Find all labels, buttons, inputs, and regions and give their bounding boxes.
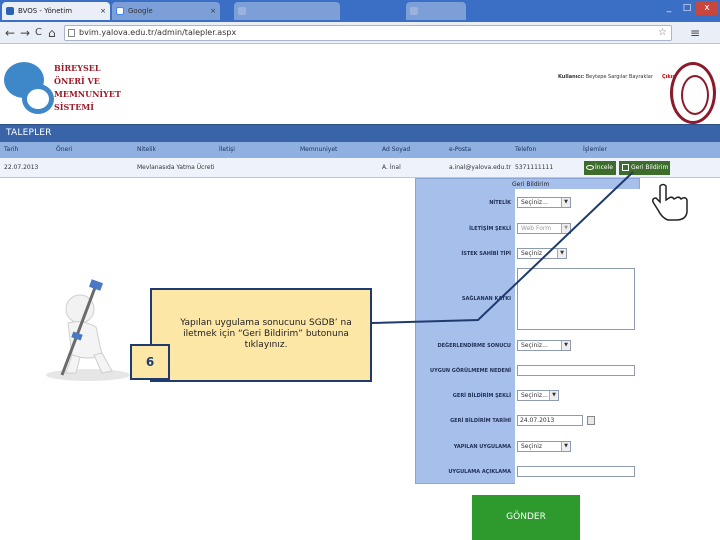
back-button[interactable]: ← <box>5 25 15 41</box>
incele-button[interactable]: İncele <box>584 161 616 175</box>
istek-select[interactable]: Seçiniz ▼ <box>517 248 567 259</box>
browser-tab-4[interactable] <box>406 2 466 20</box>
figure-illustration-icon <box>46 279 130 381</box>
cell-ad-soyad: A. İnal <box>382 164 401 171</box>
browser-tabbar: BVOS - Yönetim × Google × _ □ x <box>0 0 720 22</box>
label-saglanan: SAĞLANAN KATKI <box>461 296 511 302</box>
col-header-iletisim[interactable]: İletişi <box>219 142 235 158</box>
chevron-down-icon: ▼ <box>561 198 570 207</box>
tab-label: Google <box>128 7 153 15</box>
label-yapilan-uygulama: YAPILAN UYGULAMA <box>453 444 511 450</box>
instruction-callout: Yapılan uygulama sonucunu SGDB’ na iletm… <box>150 288 372 382</box>
calendar-icon[interactable] <box>587 416 595 425</box>
label-nitelik: NİTELİK <box>489 200 511 206</box>
cell-eposta: a.inal@yalova.edu.tr <box>449 164 512 171</box>
browser-toolbar: ← → C ⌂ bvim.yalova.edu.tr/admin/taleple… <box>0 22 720 44</box>
label-istek: İSTEK SAHİBİ TİPİ <box>461 251 511 257</box>
col-header-date[interactable]: Tarih <box>4 142 18 158</box>
eye-icon <box>586 165 594 170</box>
star-icon[interactable]: ☆ <box>658 26 667 40</box>
col-header-islemler: İşlemler <box>583 146 607 153</box>
reload-button[interactable]: C <box>35 25 42 41</box>
browser-tab-yonetim[interactable]: BVOS - Yönetim × <box>2 2 110 20</box>
col-header-oneri[interactable]: Öneri <box>56 142 72 158</box>
document-icon <box>68 29 75 37</box>
nitelik-select[interactable]: Seçiniz... ▼ <box>517 197 571 208</box>
label-degerlendirme: DEĞERLENDİRME SONUCU <box>437 343 511 349</box>
page-title: TALEPLER <box>6 128 52 138</box>
favicon-icon <box>410 7 418 15</box>
user-info: Kullanıcı: Beytepe Sargılar Bayraklar <box>558 74 653 80</box>
label-geri-bildirim-tarihi: GERİ BİLDİRİM TARİHİ <box>450 418 511 424</box>
col-header-nitelik[interactable]: Nitelik <box>137 142 156 158</box>
label-uygulama-aciklama: UYGULAMA AÇIKLAMA <box>448 469 511 475</box>
label-geri-bildirim-sekli: GERİ BİLDİRİM ŞEKLİ <box>452 393 511 399</box>
favicon-icon <box>6 7 14 15</box>
chevron-down-icon: ▼ <box>561 442 570 451</box>
chevron-down-icon: ▼ <box>549 391 558 400</box>
site-logo[interactable]: BİREYSEL ÖNERİ VE MEMNUNİYET SİSTEMİ <box>0 56 130 122</box>
home-button[interactable]: ⌂ <box>48 25 56 41</box>
yapilan-uygulama-select[interactable]: Seçiniz ▼ <box>517 441 571 452</box>
chevron-down-icon: ▼ <box>557 249 566 258</box>
wrench-icon[interactable]: ≡ <box>690 25 700 41</box>
browser-tab-3[interactable] <box>234 2 340 20</box>
pointer-hand-icon <box>652 183 688 221</box>
tab-label: BVOS - Yönetim <box>18 7 73 15</box>
saglanan-katki-textarea[interactable] <box>517 268 635 330</box>
degerlendirme-select[interactable]: Seçiniz... ▼ <box>517 340 571 351</box>
feedback-form-panel: Geri Bildirim NİTELİK Seçiniz... ▼ İLETİ… <box>415 178 640 484</box>
submit-button[interactable]: GÖNDER <box>472 495 580 540</box>
logo-text: BİREYSEL ÖNERİ VE MEMNUNİYET SİSTEMİ <box>54 63 121 112</box>
col-header-memnuniyet[interactable]: Memnuniyet <box>300 142 337 158</box>
geri-bildirim-sekli-select[interactable]: Seçiniz... ▼ <box>517 390 559 401</box>
edit-icon <box>622 164 629 171</box>
minimize-button[interactable]: _ <box>660 1 678 15</box>
col-header-telefon[interactable]: Telefon <box>515 142 536 158</box>
uygun-gorulmeme-input[interactable] <box>517 365 635 376</box>
chevron-down-icon: ▼ <box>561 224 570 233</box>
form-title: Geri Bildirim <box>512 181 550 188</box>
chevron-down-icon: ▼ <box>561 341 570 350</box>
cell-telefon: 5371111111 <box>515 164 554 171</box>
callout-text: Yapılan uygulama sonucunu SGDB’ na iletm… <box>180 318 352 350</box>
label-iletisim: İLETİŞİM ŞEKLİ <box>469 226 511 232</box>
university-seal-icon <box>670 62 716 124</box>
grid-header: Tarih Öneri Nitelik İletişi Memnuniyet A… <box>0 142 720 158</box>
forward-button[interactable]: → <box>20 25 30 41</box>
step-number-badge: 6 <box>130 344 170 380</box>
browser-tab-google[interactable]: Google × <box>112 2 220 20</box>
cell-date: 22.07.2013 <box>4 164 39 171</box>
cell-nitelik: Mevlanasıda Yatma Ücreti <box>137 164 215 171</box>
col-header-eposta[interactable]: e-Posta <box>449 142 471 158</box>
label-uygun-gorulmeme: UYGUN GÖRÜLMEME NEDENİ <box>430 368 511 374</box>
logo-bubble-icon <box>22 84 54 114</box>
maximize-button[interactable]: □ <box>678 1 696 15</box>
close-window-button[interactable]: x <box>696 1 718 15</box>
uygulama-aciklama-input[interactable] <box>517 466 635 477</box>
close-tab-icon[interactable]: × <box>210 2 216 20</box>
address-text: bvim.yalova.edu.tr/admin/talepler.aspx <box>79 28 237 37</box>
address-bar[interactable]: bvim.yalova.edu.tr/admin/talepler.aspx ☆ <box>64 25 672 41</box>
geri-bildirim-tarihi-input[interactable]: 24.07.2013 <box>517 415 583 426</box>
iletisim-select[interactable]: Web Form ▼ <box>517 223 571 234</box>
col-header-ad-soyad[interactable]: Ad Soyad <box>382 142 410 158</box>
geri-bildirim-button[interactable]: Geri Bildirim <box>619 161 670 175</box>
favicon-icon <box>238 7 246 15</box>
close-tab-icon[interactable]: × <box>100 2 106 20</box>
google-icon <box>116 7 124 15</box>
page-title-bar: TALEPLER <box>0 124 720 142</box>
